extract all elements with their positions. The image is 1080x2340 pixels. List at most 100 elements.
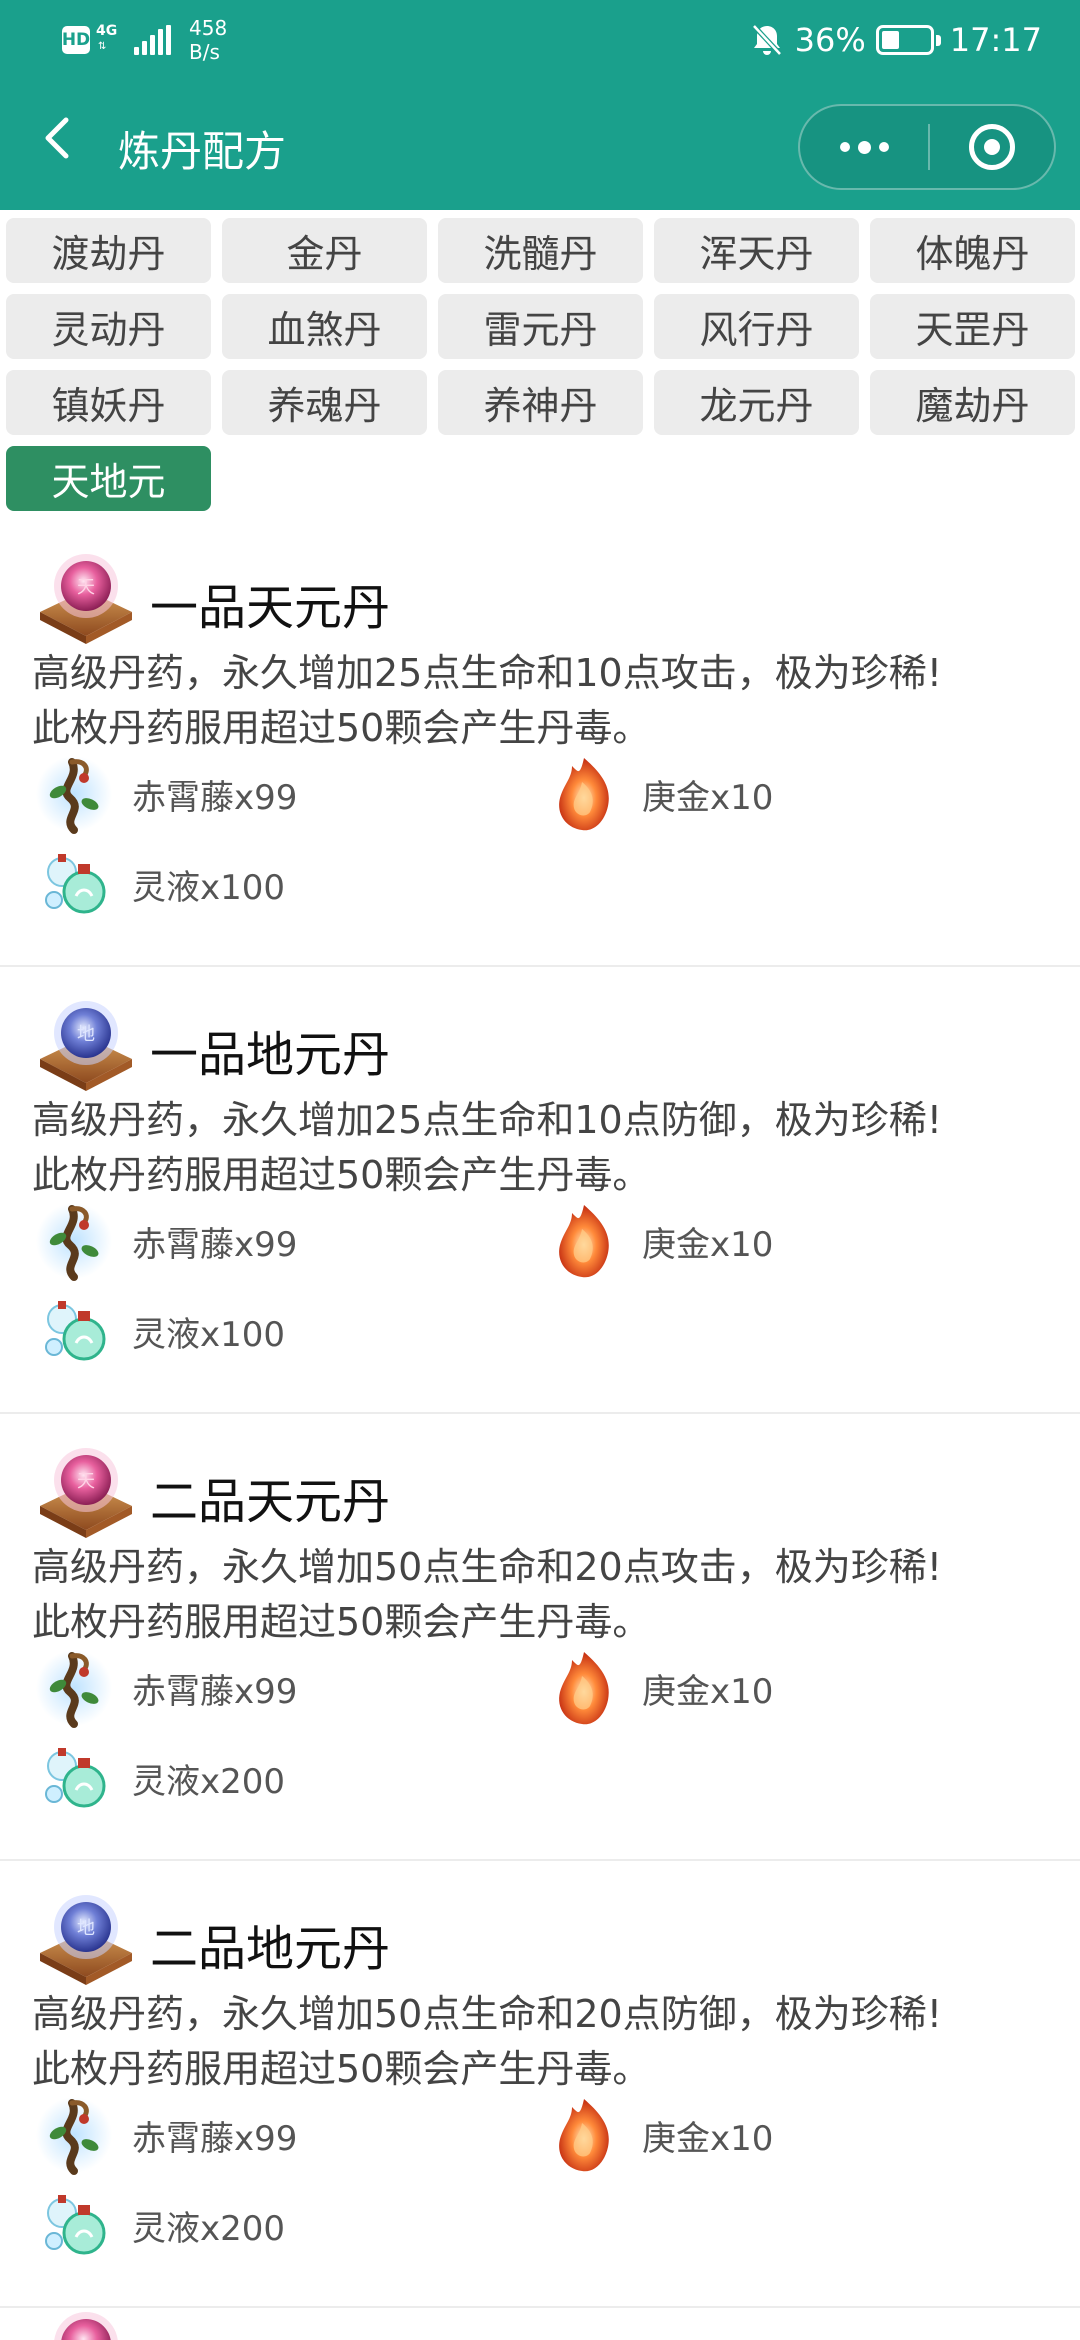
material-item: 灵液x100 bbox=[32, 842, 285, 926]
category-tab[interactable]: 灵动丹 bbox=[6, 294, 211, 359]
category-tab[interactable]: 体魄丹 bbox=[870, 218, 1075, 283]
recipe-desc-line: 高级丹药，永久增加25点生命和10点攻击，极为珍稀! bbox=[32, 651, 942, 695]
material-item: 灵液x200 bbox=[32, 1736, 285, 1820]
category-tab-active[interactable]: 天地元 bbox=[6, 446, 211, 511]
material-item: 庚金x10 bbox=[542, 1646, 773, 1730]
category-tab[interactable]: 天罡丹 bbox=[870, 294, 1075, 359]
category-tab[interactable]: 金丹 bbox=[222, 218, 427, 283]
category-tab[interactable]: 养魂丹 bbox=[222, 370, 427, 435]
miniprogram-capsule bbox=[798, 104, 1056, 190]
category-tab[interactable]: 洗髓丹 bbox=[438, 218, 643, 283]
recipe-desc-line: 高级丹药，永久增加25点生命和10点防御，极为珍稀! bbox=[32, 1098, 942, 1142]
recipe-desc-line: 此枚丹药服用超过50颗会产生丹毒。 bbox=[32, 706, 651, 750]
material-label: 庚金x10 bbox=[642, 1671, 774, 1712]
tian-pill-icon: 天 bbox=[32, 1444, 140, 1544]
material-label: 赤霄藤x99 bbox=[132, 777, 298, 818]
material-label: 灵液x200 bbox=[132, 1761, 286, 1802]
spirit-liquid-icon bbox=[32, 1289, 116, 1373]
recipe-title: 二品天元丹 bbox=[150, 1474, 391, 1530]
recipe-card: 天 一品天元丹 高级丹药，永久增加25点生命和10点攻击，极为珍稀! 此枚丹药服… bbox=[0, 520, 1080, 967]
recipe-title: 一品地元丹 bbox=[150, 1027, 391, 1083]
battery-percent: 36% bbox=[794, 21, 866, 59]
material-label: 灵液x200 bbox=[132, 2208, 286, 2249]
chevron-left-icon bbox=[45, 117, 69, 159]
battery-fill bbox=[881, 31, 899, 49]
svg-text:天: 天 bbox=[77, 1471, 95, 1492]
material-item: 灵液x100 bbox=[32, 1289, 285, 1373]
status-bar: HD 4G ⇅ 458 B/s 36% 17:17 bbox=[0, 0, 1080, 80]
battery-icon bbox=[875, 25, 941, 55]
status-left: HD 4G ⇅ 458 B/s bbox=[62, 16, 227, 64]
recipe-card: 地 一品地元丹 高级丹药，永久增加25点生命和10点防御，极为珍稀! 此枚丹药服… bbox=[0, 967, 1080, 1414]
target-icon bbox=[969, 124, 1015, 170]
more-dot-icon bbox=[839, 142, 850, 152]
recipe-description: 高级丹药，永久增加25点生命和10点攻击，极为珍稀! 此枚丹药服用超过50颗会产… bbox=[32, 646, 1062, 756]
category-tab[interactable]: 浑天丹 bbox=[654, 218, 859, 283]
vine-icon bbox=[32, 752, 116, 836]
recipe-title: 二品地元丹 bbox=[150, 1921, 391, 1977]
material-item: 赤霄藤x99 bbox=[32, 752, 297, 836]
material-item: 庚金x10 bbox=[542, 2093, 773, 2177]
page-title: 炼丹配方 bbox=[118, 127, 287, 176]
material-label: 赤霄藤x99 bbox=[132, 2118, 298, 2159]
network-type-label: 4G bbox=[96, 23, 118, 39]
net-speed-unit: B/s bbox=[189, 40, 220, 64]
spirit-liquid-icon bbox=[32, 1736, 116, 1820]
more-dot-icon bbox=[857, 140, 871, 154]
flame-gem-icon bbox=[542, 1199, 626, 1283]
recipe-desc-line: 此枚丹药服用超过50颗会产生丹毒。 bbox=[32, 1600, 651, 1644]
svg-text:天: 天 bbox=[77, 577, 95, 598]
tian-pill-icon bbox=[54, 2312, 118, 2340]
category-tab[interactable]: 风行丹 bbox=[654, 294, 859, 359]
vine-icon bbox=[32, 1199, 116, 1283]
material-item: 庚金x10 bbox=[542, 752, 773, 836]
flame-gem-icon bbox=[542, 752, 626, 836]
close-miniprogram-button[interactable] bbox=[930, 106, 1054, 188]
svg-text:地: 地 bbox=[77, 1918, 95, 1939]
category-tab[interactable]: 雷元丹 bbox=[438, 294, 643, 359]
flame-gem-icon bbox=[542, 2093, 626, 2177]
nav-bar: 炼丹配方 bbox=[0, 80, 1080, 210]
vine-icon bbox=[32, 2093, 116, 2177]
network-type-icon: 4G ⇅ bbox=[96, 23, 130, 57]
category-tab[interactable]: 龙元丹 bbox=[654, 370, 859, 435]
net-speed-value: 458 bbox=[189, 16, 228, 40]
material-label: 赤霄藤x99 bbox=[132, 1671, 298, 1712]
clock: 17:17 bbox=[949, 21, 1042, 59]
recipe-desc-line: 此枚丹药服用超过50颗会产生丹毒。 bbox=[32, 1153, 651, 1197]
tian-pill-icon: 天 bbox=[32, 550, 140, 650]
material-label: 庚金x10 bbox=[642, 1224, 774, 1265]
data-arrows-icon: ⇅ bbox=[98, 41, 107, 52]
hd-badge: HD bbox=[62, 26, 90, 54]
material-item: 赤霄藤x99 bbox=[32, 2093, 297, 2177]
recipe-title: 一品天元丹 bbox=[150, 580, 391, 636]
material-item: 赤霄藤x99 bbox=[32, 1199, 297, 1283]
material-label: 庚金x10 bbox=[642, 2118, 774, 2159]
recipe-desc-line: 此枚丹药服用超过50颗会产生丹毒。 bbox=[32, 2047, 651, 2091]
di-pill-icon: 地 bbox=[32, 1891, 140, 1991]
recipe-description: 高级丹药，永久增加50点生命和20点攻击，极为珍稀! 此枚丹药服用超过50颗会产… bbox=[32, 1540, 1062, 1650]
recipe-list: 天 一品天元丹 高级丹药，永久增加25点生命和10点攻击，极为珍稀! 此枚丹药服… bbox=[0, 520, 1080, 2308]
category-tab[interactable]: 渡劫丹 bbox=[6, 218, 211, 283]
category-tab[interactable]: 血煞丹 bbox=[222, 294, 427, 359]
material-label: 灵液x100 bbox=[132, 1314, 286, 1355]
category-tab[interactable]: 养神丹 bbox=[438, 370, 643, 435]
recipe-description: 高级丹药，永久增加25点生命和10点防御，极为珍稀! 此枚丹药服用超过50颗会产… bbox=[32, 1093, 1062, 1203]
material-item: 赤霄藤x99 bbox=[32, 1646, 297, 1730]
material-label: 赤霄藤x99 bbox=[132, 1224, 298, 1265]
category-tab[interactable]: 魔劫丹 bbox=[870, 370, 1075, 435]
spirit-liquid-icon bbox=[32, 842, 116, 926]
material-item: 灵液x200 bbox=[32, 2183, 285, 2267]
material-label: 灵液x100 bbox=[132, 867, 286, 908]
recipe-desc-line: 高级丹药，永久增加50点生命和20点防御，极为珍稀! bbox=[32, 1992, 942, 2036]
back-button[interactable] bbox=[30, 108, 90, 168]
flame-gem-icon bbox=[542, 1646, 626, 1730]
more-button[interactable] bbox=[800, 106, 928, 188]
di-pill-icon: 地 bbox=[32, 997, 140, 1097]
recipe-card: 天 二品天元丹 高级丹药，永久增加50点生命和20点攻击，极为珍稀! 此枚丹药服… bbox=[0, 1414, 1080, 1861]
recipe-desc-line: 高级丹药，永久增加50点生命和20点攻击，极为珍稀! bbox=[32, 1545, 942, 1589]
more-dot-icon bbox=[878, 142, 889, 152]
next-recipe-peek bbox=[0, 2308, 1080, 2340]
category-tab[interactable]: 镇妖丹 bbox=[6, 370, 211, 435]
vine-icon bbox=[32, 1646, 116, 1730]
